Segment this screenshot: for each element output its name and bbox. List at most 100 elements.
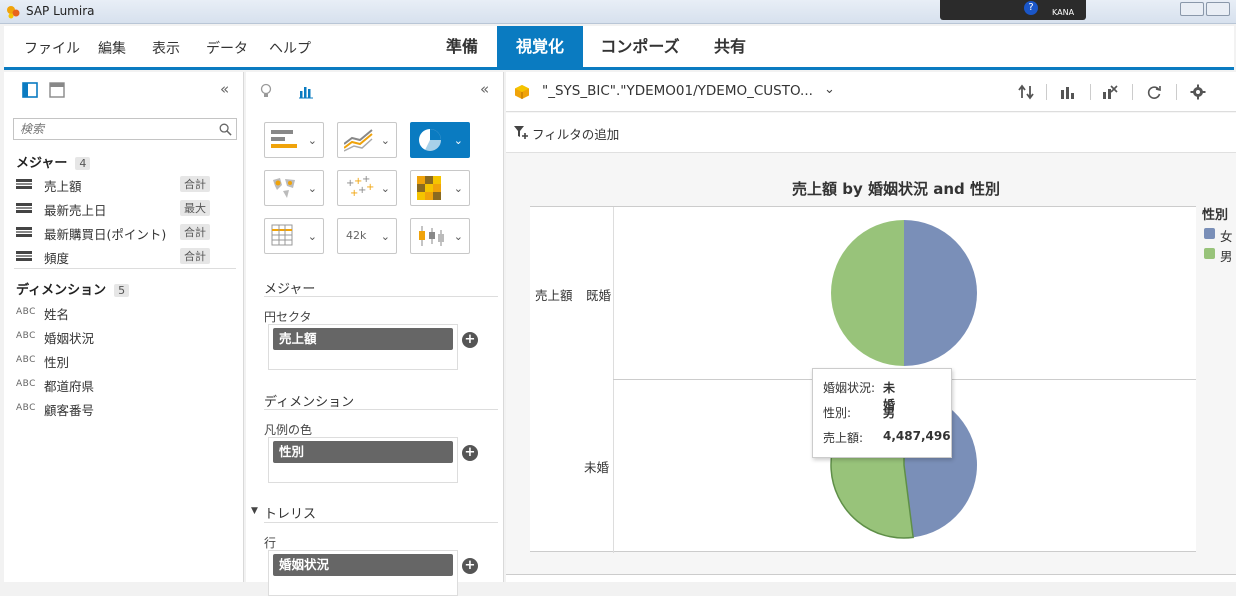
text-type-icon: ABC — [16, 403, 36, 413]
section-divider — [14, 268, 236, 269]
mode-tab-share[interactable]: 共有 — [700, 26, 760, 67]
measure-item[interactable]: 頻度 合計 — [16, 246, 210, 266]
dimension-label: 姓名 — [44, 307, 70, 322]
add-measure-button[interactable]: + — [462, 332, 478, 348]
mode-tab-visualize[interactable]: 視覚化 — [497, 26, 583, 67]
trellis-title[interactable]: トレリス — [264, 503, 316, 522]
dimension-item[interactable]: ABC 都道府県 — [16, 374, 210, 394]
chevron-down-icon: ⌄ — [307, 134, 317, 147]
refresh-icon[interactable] — [1146, 84, 1162, 100]
add-dimension-button[interactable]: + — [462, 445, 478, 461]
aggregation-badge[interactable]: 合計 — [180, 224, 210, 240]
lightbulb-icon[interactable] — [258, 83, 274, 99]
section-divider — [264, 409, 498, 410]
measure-icon — [16, 227, 32, 237]
dimension-item[interactable]: ABC 顧客番号 — [16, 398, 210, 418]
bottom-scroll-strip[interactable] — [506, 574, 1236, 582]
chart-canvas: 売上額 by 婚姻状況 and 性別 売上額 既婚 未婚 性別 女 男 婚姻状況… — [506, 154, 1236, 574]
panel-view-icon[interactable] — [22, 82, 38, 98]
toolbar-divider — [1132, 84, 1133, 100]
pie-sector-pill[interactable]: 売上額 — [273, 328, 453, 350]
chart-builder-panel: « ⌄ ⌄ ⌄ ⌄ + + + + + + ⌄ ⌄ ⌄ 42k ⌄ ⌄ メジャー… — [246, 72, 504, 596]
collapse-builder-icon[interactable]: « — [480, 80, 489, 98]
aggregation-badge[interactable]: 合計 — [180, 248, 210, 264]
dimension-item[interactable]: ABC 姓名 — [16, 302, 210, 322]
measure-label: 最新売上日 — [44, 203, 107, 218]
chevron-down-icon: ⌄ — [307, 230, 317, 243]
mode-tab-compose[interactable]: コンポーズ — [590, 26, 690, 67]
chart-legend: 性別 女 男 — [1202, 204, 1233, 264]
menu-file[interactable]: ファイル — [24, 38, 80, 58]
table-grid-icon — [271, 224, 293, 246]
aggregation-badge[interactable]: 最大 — [180, 200, 210, 216]
pie-slice-male[interactable] — [831, 220, 904, 366]
menu-data[interactable]: データ — [206, 38, 248, 58]
sort-icon[interactable] — [1018, 84, 1034, 100]
legend-color-pill[interactable]: 性別 — [273, 441, 453, 463]
window-title: SAP Lumira — [26, 4, 95, 18]
chart-builder-icon[interactable] — [298, 83, 314, 99]
ime-help-icon[interactable]: ? — [1024, 1, 1038, 15]
search-icon[interactable] — [219, 123, 232, 136]
menu-help[interactable]: ヘルプ — [269, 38, 311, 58]
legend-color-drop-zone[interactable]: 性別 — [268, 437, 458, 483]
pie-slice-female[interactable] — [904, 220, 977, 366]
rank-icon[interactable] — [1060, 84, 1076, 100]
add-filter-link[interactable]: フィルタの追加 — [532, 124, 619, 143]
section-divider — [264, 522, 498, 523]
numeric-point-type-button[interactable]: 42k ⌄ — [337, 218, 397, 254]
text-type-icon: ABC — [16, 331, 36, 341]
text-type-icon: ABC — [16, 379, 36, 389]
chevron-down-icon: ⌄ — [307, 182, 317, 195]
dimension-item[interactable]: ABC 性別 — [16, 350, 210, 370]
measure-item[interactable]: 最新売上日 最大 — [16, 198, 210, 218]
box-plot-icon — [419, 226, 444, 246]
measures-section-title: メジャー 4 — [16, 152, 91, 171]
measure-item[interactable]: 最新購買日(ポイント) 合計 — [16, 222, 210, 242]
window-titlebar: SAP Lumira KANA ? — [0, 0, 1236, 24]
trellis-row-drop-zone[interactable]: 婚姻状況 — [268, 550, 458, 596]
trellis-row-label: 行 — [264, 536, 277, 550]
datasource-cube-icon — [515, 85, 529, 99]
pie-chart-type-button[interactable]: ⌄ — [410, 122, 470, 158]
legend-item-male[interactable]: 男 — [1202, 245, 1233, 264]
dimensions-count: 5 — [114, 284, 130, 297]
trellis-toggle-icon[interactable]: ▼ — [251, 506, 258, 516]
measure-item[interactable]: 売上額 合計 — [16, 174, 210, 194]
scatter-chart-type-button[interactable]: + + + + + + ⌄ — [337, 170, 397, 206]
trellis-row-pill[interactable]: 婚姻状況 — [273, 554, 453, 576]
menu-view[interactable]: 表示 — [152, 38, 180, 58]
geo-map-icon — [273, 178, 295, 198]
pie-sector-drop-zone[interactable]: 売上額 — [268, 324, 458, 370]
table-chart-type-button[interactable]: ⌄ — [264, 218, 324, 254]
ime-toolbar[interactable]: KANA ? — [940, 0, 1086, 20]
minimize-button[interactable] — [1180, 2, 1204, 16]
measure-label: 売上額 — [44, 179, 82, 194]
collapse-panel-icon[interactable]: « — [220, 80, 229, 98]
window-view-icon[interactable] — [49, 82, 65, 98]
toolbar-divider — [1090, 84, 1091, 100]
dimension-item[interactable]: ABC 婚姻状況 — [16, 326, 210, 346]
maximize-button[interactable] — [1206, 2, 1230, 16]
chevron-down-icon[interactable]: ⌄ — [824, 82, 835, 97]
line-chart-type-button[interactable]: ⌄ — [337, 122, 397, 158]
bar-chart-icon — [271, 130, 297, 148]
heatmap-chart-type-button[interactable]: ⌄ — [410, 170, 470, 206]
chevron-down-icon: ⌄ — [453, 182, 463, 195]
gear-icon[interactable] — [1190, 84, 1206, 100]
dimension-label: 性別 — [44, 355, 70, 370]
measure-label: 最新購買日(ポイント) — [44, 227, 167, 242]
menu-edit[interactable]: 編集 — [98, 38, 126, 58]
add-trellis-row-button[interactable]: + — [462, 558, 478, 574]
geo-chart-type-button[interactable]: ⌄ — [264, 170, 324, 206]
bar-chart-type-button[interactable]: ⌄ — [264, 122, 324, 158]
filter-add-icon[interactable] — [513, 124, 529, 140]
legend-label-female: 女 — [1220, 229, 1233, 244]
boxplot-chart-type-button[interactable]: ⌄ — [410, 218, 470, 254]
legend-item-female[interactable]: 女 — [1202, 225, 1233, 244]
datasource-selector[interactable]: "_SYS_BIC"."YDEMO01/YDEMO_CUSTO... — [542, 83, 813, 99]
aggregation-badge[interactable]: 合計 — [180, 176, 210, 192]
search-input[interactable] — [14, 119, 214, 139]
mode-tab-prepare[interactable]: 準備 — [432, 26, 492, 67]
calculation-icon[interactable] — [1102, 84, 1118, 100]
